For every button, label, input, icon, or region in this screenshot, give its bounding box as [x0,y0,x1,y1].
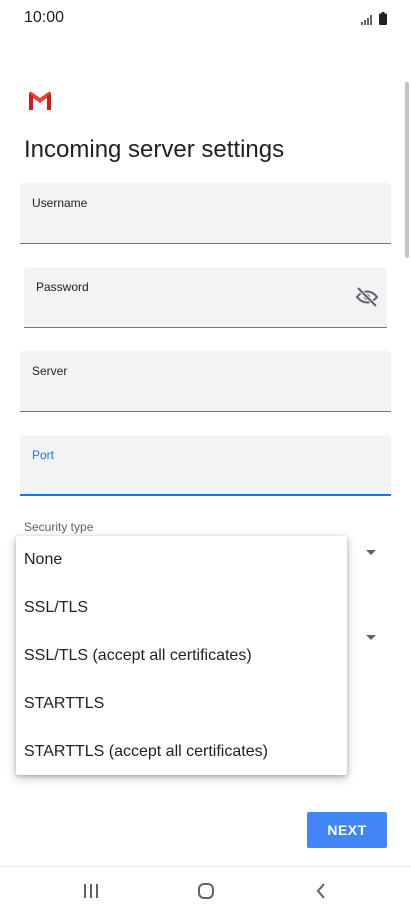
scrollbar[interactable] [405,82,409,258]
username-field[interactable]: Username [20,183,391,244]
menu-item-starttls-accept-all[interactable]: STARTTLS (accept all certificates) [16,728,347,776]
back-icon[interactable] [309,879,333,903]
port-label: Port [32,448,55,462]
authentication-dropdown-arrow-icon[interactable] [366,635,376,640]
battery-icon [379,12,387,30]
navigation-bar [0,867,411,914]
next-button[interactable]: NEXT [307,812,387,848]
signal-icon [361,12,373,30]
status-time: 10:00 [24,9,65,26]
screen: 10:00 Incoming server settings Username … [0,0,411,914]
security-type-menu: None SSL/TLS SSL/TLS (accept all certifi… [16,536,347,775]
page-title: Incoming server settings [24,136,285,163]
recent-apps-icon[interactable] [79,879,103,903]
username-label: Username [32,196,88,210]
menu-item-ssl-tls[interactable]: SSL/TLS [16,584,347,632]
menu-item-starttls[interactable]: STARTTLS [16,680,347,728]
security-type-dropdown-arrow-icon[interactable] [366,550,376,555]
visibility-off-icon[interactable] [355,285,379,309]
password-label: Password [36,280,89,294]
port-field[interactable]: Port [20,435,391,496]
menu-item-none[interactable]: None [16,536,347,584]
menu-item-ssl-tls-accept-all[interactable]: SSL/TLS (accept all certificates) [16,632,347,680]
status-bar: 10:00 [0,0,411,36]
gmail-logo-icon [28,89,52,111]
home-icon[interactable] [194,879,218,903]
security-type-label: Security type [24,520,94,534]
server-label: Server [32,364,68,378]
password-field[interactable]: Password [24,267,387,328]
status-icons [361,12,387,30]
server-field[interactable]: Server [20,351,391,412]
